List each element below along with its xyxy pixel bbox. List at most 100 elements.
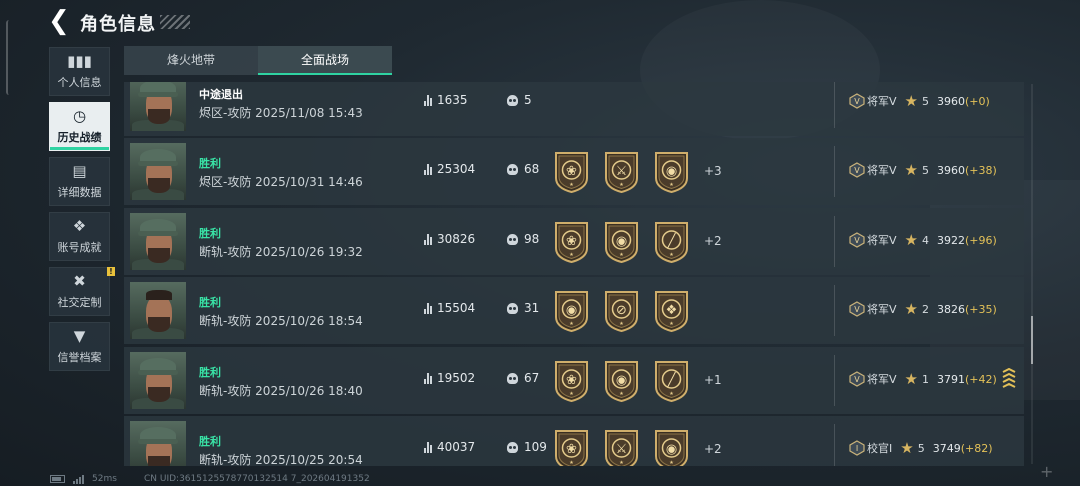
sidebar-item-match-history[interactable]: ◷ 历史战绩 [49,102,110,151]
svg-text:❀: ❀ [566,234,577,249]
row-divider [834,424,835,466]
rank-icon: V [849,162,865,178]
cap-bill [138,439,178,444]
medal-badge-rifle-ring[interactable]: ⊘ ★ [603,289,640,333]
rank-points-delta: (+96) [964,233,997,247]
ping-text: 52ms [92,474,117,484]
rank-points: 3922 [936,233,965,247]
scrollbar[interactable] [1031,84,1033,464]
rank-points-delta: (+38) [964,163,997,177]
match-row[interactable]: 胜利 断轨-攻防 2025/10/26 18:54 15504 31 ◉ ★ ⊘ ★ ❖ ★ V 将军… [124,277,1024,344]
match-row[interactable]: 胜利 烬区-攻防 2025/10/31 14:46 25304 68 ❀ ★ ⚔ ★ ◉ ★ +3 V… [124,138,1024,205]
rank-points: 3960 [936,163,965,177]
match-row[interactable]: 胜利 断轨-攻防 2025/10/25 20:54 40037 109 ❀ ★ ⚔ ★ ◉ ★ +2… [124,416,1024,466]
scrollbar-thumb[interactable] [1031,316,1033,364]
rank-level: 5 [917,441,925,455]
match-history-list[interactable]: 中途退出 烬区-攻防 2025/11/08 15:43 1635 5 V 将军V ★ 5 396… [124,82,1024,466]
kills-value: 68 [524,162,540,176]
score-icon [424,441,432,453]
rank-name: 将军V [867,95,897,108]
rank-name: 将军V [867,164,897,177]
svg-text:★: ★ [619,321,624,327]
match-map-time: 断轨-攻防 2025/10/26 18:54 [199,312,363,329]
skull-icon [507,163,518,175]
tab-full-battlefield[interactable]: 全面战场 [258,46,392,75]
medal-badge-rose[interactable]: ❀ ★ [553,359,590,403]
match-kills: 5 [507,93,532,107]
uid-text: CN UID:3615125578770132514 7_20260419135… [144,474,370,484]
svg-text:★: ★ [569,460,574,466]
star-icon: ★ [904,92,918,110]
rank-level: 1 [921,372,929,386]
kills-value: 98 [524,232,540,246]
svg-text:★: ★ [669,321,674,327]
svg-text:◉: ◉ [616,234,627,249]
rank-points-delta: (+82) [960,441,993,455]
medal-badges: ❀ ★ ⚔ ★ ◉ ★ [553,150,690,194]
folder-icon: ▤ [72,162,87,180]
row-divider [834,146,835,197]
medal-badge-skull-ring[interactable]: ◉ ★ [603,220,640,264]
match-kills: 67 [507,371,539,385]
star-icon: ★ [904,300,918,318]
medal-badge-skull-ring[interactable]: ◉ ★ [603,359,640,403]
rank-info: V 将军V ★ 1 3791 (+42) [849,371,997,387]
medal-badge-skull-target[interactable]: ◉ ★ [553,289,590,333]
back-arrow-icon[interactable]: ❮ [48,8,70,35]
kills-value: 67 [524,371,540,385]
rank-info: V 将军V ★ 4 3922 (+96) [849,232,997,248]
match-row[interactable]: 胜利 断轨-攻防 2025/10/26 18:40 19502 67 ❀ ★ ◉ ★ ╱ ★ +1 V… [124,347,1024,414]
sidebar-item-personal-info[interactable]: ▮▮▮ 个人信息 [49,47,110,96]
rank-name: 将军V [867,303,897,316]
svg-text:⚔: ⚔ [616,442,628,457]
medal-badge-skull-target[interactable]: ◉ ★ [653,428,690,466]
sidebar-item-label: 个人信息 [57,76,102,89]
match-row[interactable]: 中途退出 烬区-攻防 2025/11/08 15:43 1635 5 V 将军V ★ 5 396… [124,82,1024,136]
medal-badge-rose[interactable]: ❀ ★ [553,150,590,194]
medal-badges: ❀ ★ ◉ ★ ╱ ★ [553,359,690,403]
extra-medals-count[interactable]: +1 [704,373,722,387]
crosshair-icon: + [1040,462,1054,481]
sidebar-item-label: 详细数据 [57,186,102,199]
svg-text:★: ★ [669,182,674,188]
medal-badge-rifle[interactable]: ╱ ★ [653,359,690,403]
medal-badge-skull-target[interactable]: ◉ ★ [653,150,690,194]
medal-badge-axes[interactable]: ⚔ ★ [603,150,640,194]
match-map-time: 烬区-攻防 2025/10/31 14:46 [199,173,363,190]
svg-text:⚔: ⚔ [616,164,628,179]
chevron-rank-up-icon [1002,368,1016,388]
svg-text:I: I [856,444,858,453]
match-time: 2025/10/26 18:54 [255,314,363,328]
skull-icon [507,94,518,106]
map-name: 烬区-攻防 [199,175,252,189]
match-row[interactable]: 胜利 断轨-攻防 2025/10/26 19:32 30826 98 ❀ ★ ◉ ★ ╱ ★ +2 V… [124,208,1024,275]
medal-badge-axes[interactable]: ⚔ ★ [603,428,640,466]
rank-icon: V [849,232,865,248]
app-screen: ❮ 角色信息 ▮▮▮ 个人信息 ◷ 历史战绩 ▤ 详细数据 ❖ 账号成就 ✖ 社… [0,0,1080,486]
kills-value: 109 [524,440,547,454]
match-score: 25304 [424,162,475,176]
rank-info: V 将军V ★ 5 3960 (+0) [849,93,990,109]
extra-medals-count[interactable]: +2 [704,234,722,248]
match-result: 中途退出 [199,88,243,101]
cap-bill [138,370,178,375]
operator-avatar [130,352,186,409]
sidebar-item-social-custom[interactable]: ✖ 社交定制 ! [49,267,115,316]
svg-text:V: V [854,236,860,245]
tab-fenghuo-zone[interactable]: 烽火地带 [124,46,258,75]
extra-medals-count[interactable]: +3 [704,164,722,178]
sidebar-item-detailed-data[interactable]: ▤ 详细数据 [49,157,110,206]
medal-badge-rose[interactable]: ❀ ★ [553,220,590,264]
avatar-beard [148,387,170,402]
star-icon: ★ [904,161,918,179]
medal-badge-skull-wings[interactable]: ❖ ★ [653,289,690,333]
match-kills: 31 [507,301,539,315]
sidebar-item-credit-record[interactable]: ▼ 信誉档案 [49,322,110,371]
medal-badge-rifle[interactable]: ╱ ★ [653,220,690,264]
extra-medals-count[interactable]: +2 [704,442,722,456]
sidebar-item-achievements[interactable]: ❖ 账号成就 [49,212,110,261]
tools-icon: ✖ [73,272,86,290]
clock-icon: ◷ [72,107,87,125]
medal-badge-rose[interactable]: ❀ ★ [553,428,590,466]
score-value: 25304 [437,162,476,176]
